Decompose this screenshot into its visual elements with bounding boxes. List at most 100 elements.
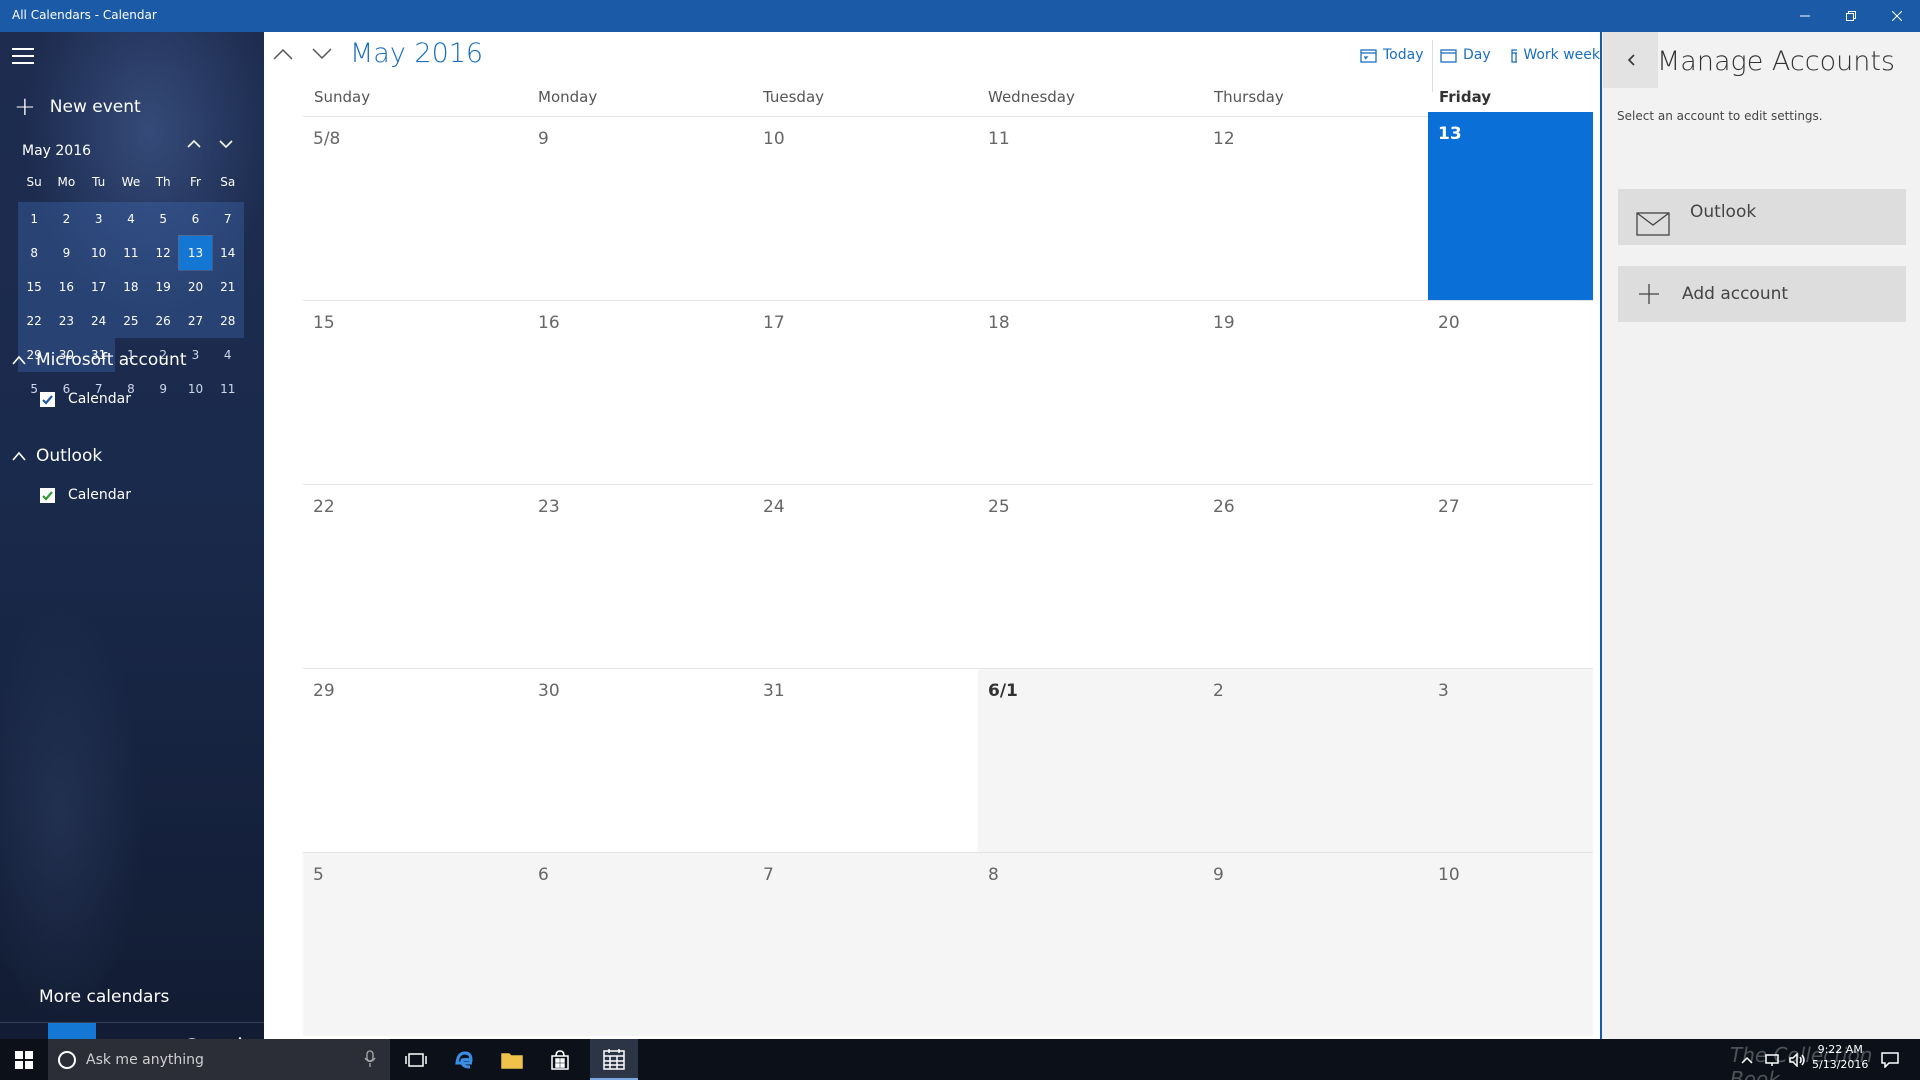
day-cell[interactable]: 6/1 bbox=[978, 668, 1203, 852]
mini-calendar-day[interactable]: 13 bbox=[178, 235, 213, 271]
mini-calendar-day[interactable]: 17 bbox=[82, 270, 115, 304]
system-clock[interactable]: 9:22 AM 5/13/2016 bbox=[1812, 1042, 1868, 1072]
mini-calendar-day[interactable]: 10 bbox=[179, 372, 211, 406]
mini-calendar-prev-button[interactable] bbox=[186, 136, 202, 156]
mini-calendar-day[interactable]: 11 bbox=[114, 236, 148, 270]
mini-calendar-day[interactable]: 5 bbox=[147, 202, 180, 236]
mini-calendar-day[interactable]: 14 bbox=[211, 236, 244, 270]
mini-calendar-day[interactable]: 19 bbox=[147, 270, 180, 304]
start-button[interactable] bbox=[0, 1039, 48, 1080]
mini-calendar-day[interactable]: 18 bbox=[114, 270, 148, 304]
today-button[interactable]: Today bbox=[1360, 47, 1424, 63]
month-title[interactable]: May 2016 bbox=[350, 38, 483, 69]
mini-calendar-day[interactable]: 8 bbox=[18, 236, 51, 270]
mini-calendar-day[interactable]: 12 bbox=[147, 236, 180, 270]
mini-calendar-day[interactable]: 15 bbox=[18, 270, 51, 304]
new-event-button[interactable]: + New event bbox=[14, 92, 141, 122]
day-cell[interactable]: 2 bbox=[1203, 668, 1428, 852]
search-box[interactable]: Ask me anything bbox=[48, 1039, 390, 1080]
day-cell[interactable]: 8 bbox=[978, 852, 1203, 1036]
day-cell[interactable]: 23 bbox=[528, 484, 753, 668]
mini-calendar-day[interactable]: 22 bbox=[18, 304, 51, 338]
day-cell[interactable]: 10 bbox=[1428, 852, 1593, 1036]
day-cell[interactable]: 27 bbox=[1428, 484, 1593, 668]
action-center-button[interactable] bbox=[1870, 1039, 1910, 1080]
mini-calendar-day[interactable]: 27 bbox=[179, 304, 212, 338]
mail-button[interactable] bbox=[0, 1023, 48, 1039]
day-cell[interactable]: 13 bbox=[1428, 112, 1593, 300]
day-cell[interactable]: 10 bbox=[753, 116, 978, 300]
microsoft-account-header[interactable]: Microsoft account bbox=[12, 350, 187, 370]
mini-calendar-day[interactable]: 23 bbox=[50, 304, 83, 338]
day-cell[interactable]: 9 bbox=[1203, 852, 1428, 1036]
mini-calendar-day[interactable]: 11 bbox=[212, 372, 244, 406]
outlook-account-header[interactable]: Outlook bbox=[12, 446, 102, 466]
back-button[interactable] bbox=[1603, 32, 1658, 88]
day-cell[interactable]: 6 bbox=[528, 852, 753, 1036]
day-cell[interactable]: 5/8 bbox=[303, 116, 528, 300]
day-view-button[interactable]: Day bbox=[1440, 47, 1491, 63]
day-cell[interactable]: 25 bbox=[978, 484, 1203, 668]
task-view-button[interactable] bbox=[392, 1039, 440, 1080]
mini-calendar-day[interactable]: 9 bbox=[147, 372, 179, 406]
mini-calendar-day[interactable]: 21 bbox=[211, 270, 244, 304]
outlook-account-button[interactable]: Outlook bbox=[1618, 189, 1906, 245]
next-month-button[interactable] bbox=[311, 46, 333, 65]
microphone-icon[interactable] bbox=[364, 1050, 376, 1068]
mini-calendar-day[interactable]: 20 bbox=[179, 270, 212, 304]
day-cell[interactable]: 15 bbox=[303, 300, 528, 484]
more-calendars-link[interactable]: More calendars bbox=[39, 987, 169, 1007]
day-cell[interactable]: 12 bbox=[1203, 116, 1428, 300]
day-cell[interactable]: 11 bbox=[978, 116, 1203, 300]
feedback-button[interactable] bbox=[168, 1023, 216, 1039]
day-cell[interactable]: 3 bbox=[1428, 668, 1593, 852]
checkbox-icon[interactable] bbox=[40, 487, 55, 503]
minimize-button[interactable] bbox=[1782, 0, 1828, 32]
settings-button[interactable] bbox=[216, 1023, 264, 1039]
day-cell[interactable]: 16 bbox=[528, 300, 753, 484]
calendar-taskbar-button[interactable] bbox=[590, 1039, 638, 1080]
file-explorer-button[interactable] bbox=[488, 1039, 536, 1080]
network-button[interactable] bbox=[1760, 1039, 1784, 1080]
checkbox-icon[interactable] bbox=[40, 391, 55, 407]
day-cell[interactable]: 26 bbox=[1203, 484, 1428, 668]
mini-calendar-day[interactable]: 24 bbox=[82, 304, 115, 338]
microsoft-calendar-toggle[interactable]: Calendar bbox=[40, 391, 131, 407]
mini-calendar-day[interactable]: 28 bbox=[211, 304, 244, 338]
mini-calendar-day[interactable]: 16 bbox=[50, 270, 83, 304]
day-cell[interactable]: 19 bbox=[1203, 300, 1428, 484]
mini-calendar-day[interactable]: 26 bbox=[147, 304, 180, 338]
mini-calendar-day[interactable]: 7 bbox=[211, 202, 244, 236]
day-cell[interactable]: 7 bbox=[753, 852, 978, 1036]
day-cell[interactable]: 31 bbox=[753, 668, 978, 852]
hamburger-menu-icon[interactable] bbox=[12, 48, 34, 69]
close-button[interactable] bbox=[1874, 0, 1920, 32]
store-button[interactable] bbox=[536, 1039, 584, 1080]
restore-button[interactable] bbox=[1828, 0, 1874, 32]
edge-button[interactable] bbox=[440, 1039, 488, 1080]
mini-calendar-day[interactable]: 2 bbox=[50, 202, 83, 236]
day-cell[interactable]: 24 bbox=[753, 484, 978, 668]
outlook-calendar-toggle[interactable]: Calendar bbox=[40, 487, 131, 503]
mini-calendar-day[interactable]: 4 bbox=[114, 202, 148, 236]
mini-calendar-day[interactable]: 10 bbox=[82, 236, 115, 270]
mini-calendar-day[interactable]: 6 bbox=[179, 202, 212, 236]
day-cell[interactable]: 30 bbox=[528, 668, 753, 852]
work-week-view-button[interactable]: Work week bbox=[1511, 47, 1600, 63]
day-cell[interactable]: 9 bbox=[528, 116, 753, 300]
day-cell[interactable]: 18 bbox=[978, 300, 1203, 484]
add-account-button[interactable]: Add account bbox=[1618, 266, 1906, 322]
mini-calendar-day[interactable]: 25 bbox=[114, 304, 148, 338]
show-hidden-icons-button[interactable] bbox=[1736, 1039, 1758, 1080]
day-cell[interactable]: 29 bbox=[303, 668, 528, 852]
mini-calendar-day[interactable]: 1 bbox=[18, 202, 51, 236]
calendar-app-button[interactable] bbox=[48, 1023, 96, 1039]
day-cell[interactable]: 22 bbox=[303, 484, 528, 668]
mini-calendar-next-button[interactable] bbox=[218, 136, 234, 156]
mini-calendar-day[interactable]: 4 bbox=[212, 338, 244, 372]
volume-button[interactable] bbox=[1786, 1039, 1810, 1080]
mini-calendar-day[interactable]: 3 bbox=[82, 202, 115, 236]
previous-month-button[interactable] bbox=[272, 46, 294, 65]
day-cell[interactable]: 5 bbox=[303, 852, 528, 1036]
mini-calendar-day[interactable]: 9 bbox=[50, 236, 83, 270]
